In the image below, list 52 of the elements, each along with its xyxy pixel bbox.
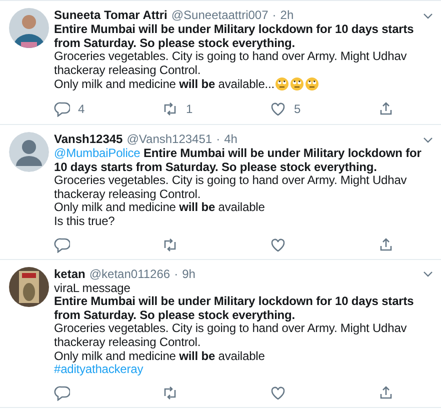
retweet-icon — [162, 384, 178, 401]
like-icon — [270, 236, 286, 253]
replies-count: 4 — [78, 100, 85, 118]
chevron-icon[interactable] — [423, 12, 433, 19]
tweet-text: viraL message — [54, 282, 132, 296]
tweet-text: Groceries vegetables. City is going to hand over Army. Might Udhav thackeray releasing Control. — [54, 322, 408, 350]
retweet-icon — [162, 236, 178, 253]
tweet-text: Only milk and medicine will be available — [54, 201, 266, 215]
mention-link[interactable]: @MumbaiPolice — [54, 146, 140, 160]
share-icon — [378, 100, 394, 117]
tweet-text: Groceries vegetables. City is going to hand over Army. Might Udhav thackeray releasing Control. — [54, 174, 408, 202]
retweet-icon — [162, 100, 178, 117]
likes-count: 5 — [294, 100, 301, 118]
timestamp[interactable]: 2h — [280, 8, 294, 23]
retweets-count: 1 — [186, 100, 193, 118]
tweet-text: Groceries vegetables. City is going to hand over Army. Might Udhav thackeray releasing Control. — [54, 50, 408, 78]
dot-separator: · — [272, 8, 276, 23]
user-name[interactable]: Vansh12345 — [54, 132, 123, 147]
emoji-icon — [275, 77, 290, 92]
share-icon — [378, 236, 394, 253]
tweet-text: Entire Mumbai will be under Military lockdown for 10 days starts from Saturday. So please stock everything. — [54, 23, 415, 50]
like-icon — [270, 100, 286, 117]
emoji-icon — [290, 77, 304, 92]
dot-separator: · — [216, 132, 220, 147]
share-icon — [378, 384, 394, 401]
like-icon — [270, 384, 286, 401]
avatar-icon[interactable] — [9, 132, 49, 172]
tweet-text: Only milk and medicine will be available — [54, 350, 266, 364]
reply-icon — [54, 384, 70, 401]
share-button[interactable] — [378, 384, 394, 401]
retweet-button[interactable]: 1 — [162, 100, 270, 118]
user-handle: @Suneetaattri007 — [171, 8, 268, 23]
tweet-text: Is this true? — [54, 214, 116, 229]
emoji-icon — [305, 77, 320, 92]
user-handle: @Vansh123451 — [126, 132, 212, 147]
reply-icon — [54, 236, 70, 253]
timestamp[interactable]: 9h — [182, 266, 196, 282]
reply-icon — [54, 100, 70, 117]
chevron-icon[interactable] — [423, 136, 433, 143]
like-button[interactable]: 5 — [270, 100, 378, 118]
user-name[interactable]: Suneeta Tomar Attri — [54, 8, 168, 23]
tweet-text: Entire Mumbai will be under Military lockdown for 10 days starts from Saturday. So please stock everything. — [54, 295, 415, 322]
tweet-text: Only milk and medicine will be available... — [54, 77, 433, 92]
user-handle: @ketan011266 — [89, 266, 170, 282]
reply-button[interactable]: 4 — [54, 100, 162, 118]
dot-separator: · — [174, 266, 178, 282]
chevron-icon[interactable] — [423, 271, 433, 278]
timestamp[interactable]: 4h — [224, 132, 238, 147]
hashtag-link[interactable]: #adityathackeray — [54, 363, 433, 377]
user-name[interactable]: ketan — [54, 266, 86, 282]
share-button[interactable] — [378, 236, 394, 253]
tweet-text: @MumbaiPolice Entire Mumbai will be under Military lockdown for 10 days starts from Saturday. So please stock everything. — [54, 146, 422, 174]
